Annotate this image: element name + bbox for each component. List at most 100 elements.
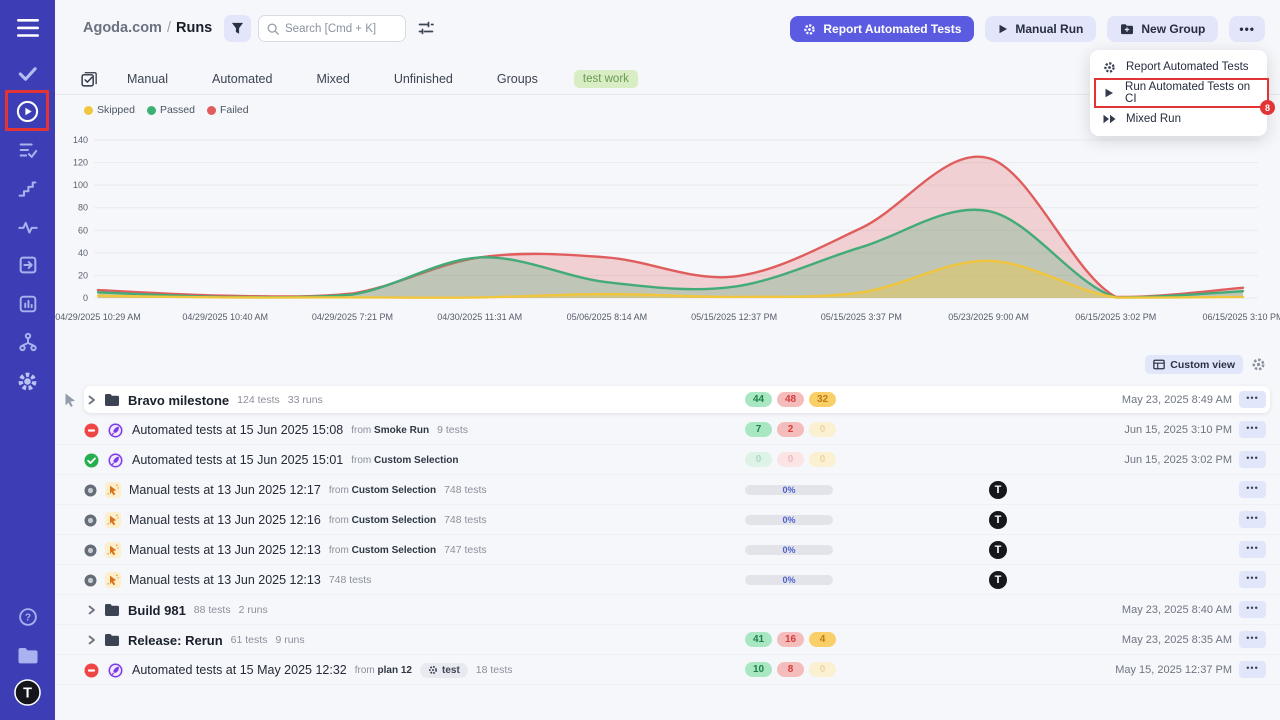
tests-count: 747 tests [444,544,487,556]
chevron-right-icon[interactable] [87,635,96,645]
run-row[interactable]: Manual tests at 13 Jun 2025 12:13from Cu… [55,535,1280,565]
help-icon[interactable]: ? [0,604,55,630]
view-settings-gear-icon[interactable] [1251,357,1266,372]
tag-test-work[interactable]: test work [574,70,638,88]
row-more-button[interactable]: ••• [1239,601,1266,618]
chevron-right-icon[interactable] [87,605,96,615]
row-more-button[interactable]: ••• [1239,541,1266,558]
logo-t[interactable]: T [0,679,55,705]
tests-count: 9 tests [437,424,468,436]
row-more-button[interactable]: ••• [1239,631,1266,648]
new-group-button[interactable]: New Group [1107,16,1218,42]
badge-passed: 44 [745,392,772,407]
badge-skipped: 0 [809,662,836,677]
run-row[interactable]: Automated tests at 15 May 2025 12:32from… [55,655,1280,685]
svg-text:05/06/2025 8:14 AM: 05/06/2025 8:14 AM [567,312,648,322]
runs-table: Bravo milestone124 tests33 runs444832May… [55,385,1280,685]
settings-gear-icon[interactable] [0,368,55,394]
play-icon [998,24,1008,34]
run-row[interactable]: Manual tests at 13 Jun 2025 12:17from Cu… [55,475,1280,505]
run-title: Manual tests at 13 Jun 2025 12:16 [129,513,321,527]
search-icon [267,23,279,35]
double-play-icon [1103,114,1116,124]
filter-button[interactable] [224,15,251,42]
row-more-button[interactable]: ••• [1239,451,1266,468]
row-more-button[interactable]: ••• [1239,571,1266,588]
search-input[interactable] [285,23,397,35]
run-date: May 23, 2025 8:35 AM [1122,634,1232,646]
badge-skipped: 4 [809,632,836,647]
group-meta: 124 tests [237,394,280,406]
plans-list-icon[interactable] [0,137,55,163]
row-more-button[interactable]: ••• [1239,421,1266,438]
runs-play-icon[interactable] [0,98,55,124]
status-pending-icon [84,544,97,557]
import-icon[interactable] [0,252,55,278]
projects-folder-icon[interactable] [0,642,55,668]
tests-count: 18 tests [476,664,513,676]
analytics-pulse-icon[interactable] [0,214,55,240]
run-row[interactable]: Manual tests at 13 Jun 2025 12:16from Cu… [55,505,1280,535]
custom-view-button[interactable]: Custom view [1145,355,1243,374]
milestones-steps-icon[interactable] [0,176,55,202]
run-row[interactable]: Automated tests at 15 Jun 2025 15:01from… [55,445,1280,475]
run-title: Manual tests at 13 Jun 2025 12:13 [129,573,321,587]
breadcrumb-project[interactable]: Agoda.com [83,20,162,36]
badge-passed: 41 [745,632,772,647]
menu-icon[interactable] [0,15,55,41]
tab-unfinished[interactable]: Unfinished [372,72,475,86]
sliders-icon[interactable] [418,20,434,41]
runs-filter-icon[interactable] [80,71,97,88]
tests-count: 748 tests [444,484,487,496]
run-row[interactable]: Automated tests at 15 Jun 2025 15:08from… [55,415,1280,445]
more-actions-button[interactable]: ••• [1229,16,1265,42]
row-more-button[interactable]: ••• [1239,481,1266,498]
group-row[interactable]: Build 98188 tests2 runsMay 23, 2025 8:40… [55,595,1280,625]
status-pending-icon [84,574,97,587]
chevron-right-icon[interactable] [87,395,96,405]
view-controls: Custom view [1145,355,1266,374]
badge-failed: 2 [777,422,804,437]
tab-automated[interactable]: Automated [190,72,294,86]
tab-mixed[interactable]: Mixed [294,72,371,86]
group-row[interactable]: Release: Rerun61 tests9 runs41164May 23,… [55,625,1280,655]
svg-text:06/15/2025 3:10 PM: 06/15/2025 3:10 PM [1202,312,1280,322]
automated-run-icon [107,422,124,439]
svg-text:60: 60 [78,225,88,235]
manual-run-icon [105,542,121,558]
branches-icon[interactable] [0,329,55,355]
group-row[interactable]: Bravo milestone124 tests33 runs444832May… [55,385,1280,415]
result-badges: 41164 [745,632,836,647]
svg-text:20: 20 [78,270,88,280]
row-more-button[interactable]: ••• [1239,391,1266,408]
report-automated-tests-button[interactable]: Report Automated Tests [790,16,974,42]
play-icon [1104,88,1114,98]
run-date: May 23, 2025 8:40 AM [1122,604,1232,616]
manual-run-icon [105,572,121,588]
badge-failed: 8 [777,662,804,677]
assignee-avatar: T [989,481,1007,499]
assignee-avatar: T [989,571,1007,589]
badge-skipped: 0 [809,422,836,437]
result-badges: 444832 [745,392,836,407]
row-more-button[interactable]: ••• [1239,661,1266,678]
svg-text:04/29/2025 10:40 AM: 04/29/2025 10:40 AM [182,312,268,322]
svg-text:140: 140 [73,135,88,145]
assignee-avatar: T [989,541,1007,559]
progress-bar: 0% [745,515,833,525]
tab-groups[interactable]: Groups [475,72,560,86]
run-row[interactable]: Manual tests at 13 Jun 2025 12:13748 tes… [55,565,1280,595]
menu-item-mixed-run[interactable]: Mixed Run [1090,106,1267,132]
search-box[interactable] [258,15,406,42]
manual-run-button[interactable]: Manual Run [985,16,1096,42]
menu-item-report-automated-tests[interactable]: Report Automated Tests [1090,54,1267,80]
tab-manual[interactable]: Manual [105,72,190,86]
svg-text:06/15/2025 3:02 PM: 06/15/2025 3:02 PM [1075,312,1156,322]
reports-chart-icon[interactable] [0,291,55,317]
tests-check-icon[interactable] [0,60,55,86]
chart-legend: SkippedPassedFailed [84,104,249,116]
menu-item-run-automated-tests-on-ci[interactable]: Run Automated Tests on CI 8 [1090,80,1267,106]
folder-icon [104,633,120,647]
row-more-button[interactable]: ••• [1239,511,1266,528]
folder-plus-icon [1120,23,1134,35]
